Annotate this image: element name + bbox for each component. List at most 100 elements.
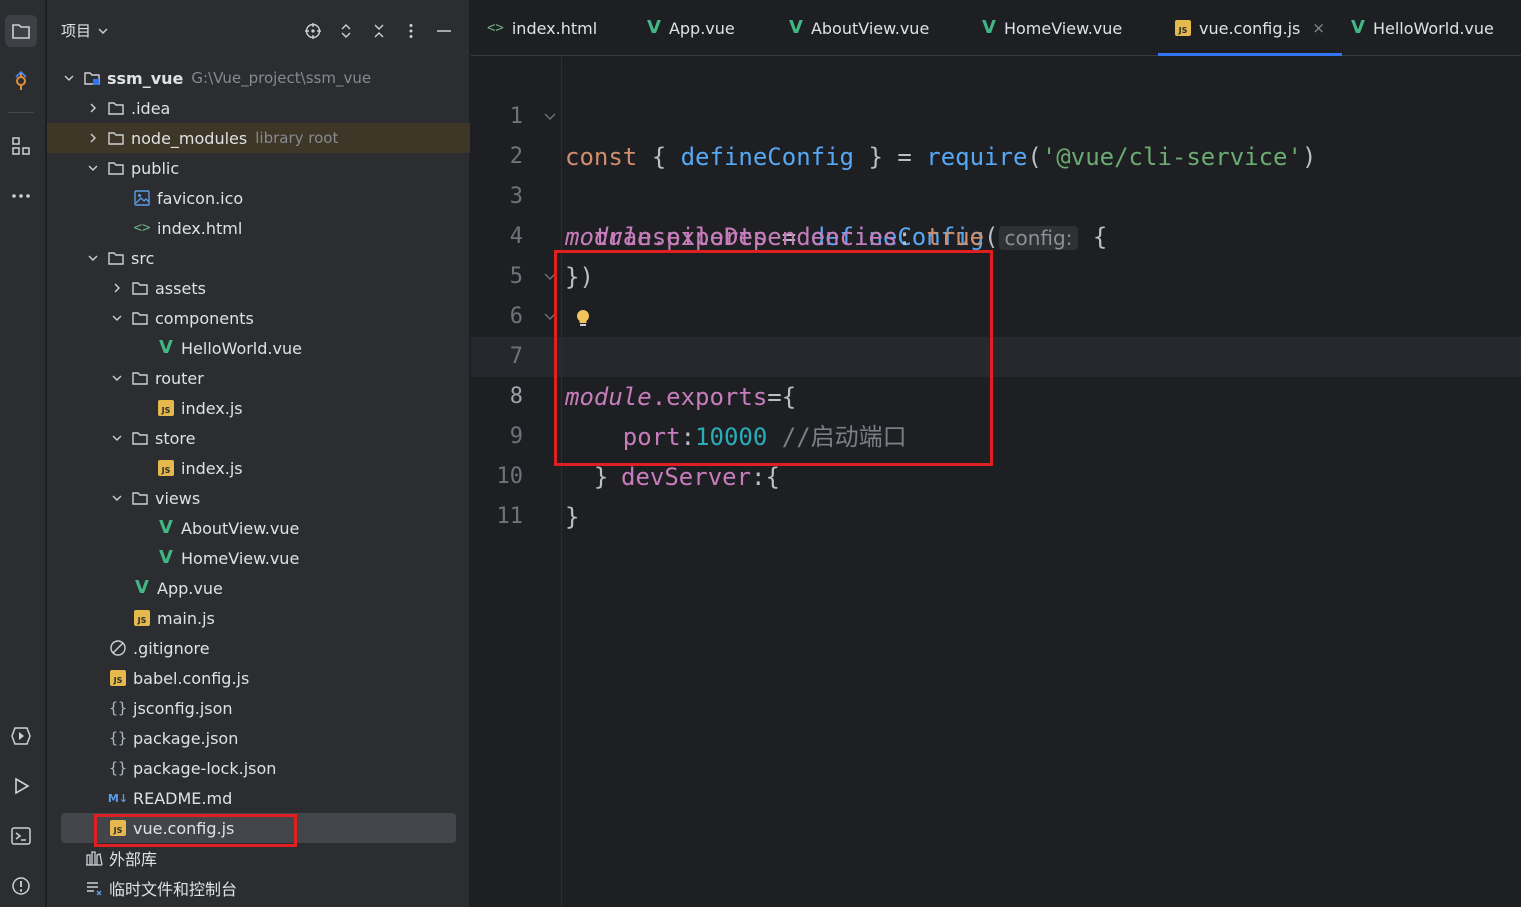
vcs-commit-icon[interactable] — [5, 65, 37, 97]
tree-item-label: 临时文件和控制台 — [109, 880, 238, 899]
json-file-icon: {} — [108, 729, 128, 747]
fold-chevron-icon[interactable] — [543, 109, 557, 123]
project-view-selector[interactable]: 项目 — [61, 20, 109, 41]
tab-app-vue[interactable]: V App.vue — [647, 0, 735, 56]
tree-item-router[interactable]: router — [109, 363, 504, 393]
tree-item-gitignore[interactable]: .gitignore — [109, 633, 504, 663]
locate-file-icon[interactable] — [302, 20, 324, 42]
code-line[interactable]: 4 }) — [471, 177, 1521, 291]
chevron-down-icon[interactable] — [61, 70, 77, 86]
terminal-icon[interactable] — [5, 820, 37, 852]
code-line[interactable]: 2 module.exports = defineConfig(config: … — [471, 97, 1521, 251]
editor-tab-bar: <> index.html V App.vue V AboutView.vue … — [471, 0, 1521, 56]
chevron-down-icon[interactable] — [109, 310, 125, 326]
vue-file-icon: V — [159, 337, 173, 358]
chevron-down-icon[interactable] — [109, 490, 125, 506]
tree-item-jsconfig[interactable]: {} jsconfig.json — [109, 693, 504, 723]
tree-item-babel-config[interactable]: JS babel.config.js — [109, 663, 504, 693]
folder-icon — [131, 309, 149, 327]
tree-item-label: HomeView.vue — [181, 548, 300, 568]
tree-item-label: 外部库 — [109, 850, 158, 869]
js-file-icon: JS — [133, 609, 151, 627]
collapse-all-icon[interactable] — [368, 20, 390, 42]
run-icon[interactable] — [5, 770, 37, 802]
tree-item-label: src — [131, 248, 155, 268]
tree-item-label: babel.config.js — [133, 668, 250, 688]
project-tool-icon[interactable] — [5, 15, 37, 47]
vue-file-icon: V — [135, 577, 149, 598]
tree-item-hint: library root — [255, 129, 339, 147]
tab-label: vue.config.js — [1199, 18, 1301, 38]
tree-item-root[interactable]: ssm_vue G:\Vue_project\ssm_vue — [61, 63, 456, 93]
tab-helloworld[interactable]: V HelloWorld.vue — [1351, 0, 1494, 56]
tree-item-favicon[interactable]: favicon.ico — [133, 183, 528, 213]
tree-item-views[interactable]: views — [109, 483, 504, 513]
tree-item-store[interactable]: store — [109, 423, 504, 453]
markdown-file-icon: M↓ — [107, 791, 129, 805]
tree-item-label: views — [155, 488, 201, 508]
more-tools-icon[interactable] — [5, 180, 37, 212]
vue-file-icon: V — [159, 517, 173, 538]
tree-item-label: main.js — [157, 608, 215, 628]
chevron-down-icon[interactable] — [85, 160, 101, 176]
vue-file-icon: V — [982, 17, 996, 38]
tab-aboutview[interactable]: V AboutView.vue — [789, 0, 929, 56]
tab-homeview[interactable]: V HomeView.vue — [982, 0, 1122, 56]
library-icon — [85, 849, 103, 867]
tab-label: HomeView.vue — [1003, 18, 1123, 38]
tree-item-node-modules[interactable]: node_modules library root — [47, 123, 470, 153]
divider — [8, 112, 34, 113]
code-editor[interactable]: 1 const { defineConfig } = require('@vue… — [471, 57, 1521, 907]
tree-item-readme[interactable]: M↓ README.md — [107, 783, 504, 813]
module-folder-icon — [83, 69, 101, 87]
chevron-down-icon[interactable] — [109, 430, 125, 446]
expand-all-icon[interactable] — [335, 20, 357, 42]
tree-item-label: package.json — [133, 728, 239, 748]
tree-item-assets[interactable]: assets — [109, 273, 504, 303]
problems-icon[interactable] — [5, 870, 37, 902]
structure-icon[interactable] — [5, 130, 37, 162]
tree-item-src[interactable]: src — [85, 243, 480, 273]
tree-item-index-html[interactable]: <> index.html — [133, 213, 528, 243]
chevron-right-icon[interactable] — [85, 130, 101, 146]
line-number: 11 — [496, 504, 524, 529]
chevron-down-icon[interactable] — [109, 370, 125, 386]
tree-item-label: index.html — [157, 218, 243, 238]
tree-item-label: AboutView.vue — [181, 518, 300, 538]
tree-item-label: components — [155, 308, 254, 328]
tree-item-components[interactable]: components — [109, 303, 504, 333]
tree-item-app-vue[interactable]: V App.vue — [133, 573, 528, 603]
folder-icon — [107, 249, 125, 267]
tab-label: AboutView.vue — [810, 18, 930, 38]
tree-item-label: HelloWorld.vue — [181, 338, 302, 358]
code-line[interactable]: 3 transpileDependencies: true — [471, 137, 1521, 251]
tab-index-html[interactable]: <> index.html — [487, 0, 597, 56]
tree-item-idea[interactable]: .idea — [85, 93, 480, 123]
options-icon[interactable] — [400, 20, 422, 42]
code-line[interactable]: 1 const { defineConfig } = require('@vue… — [471, 57, 1521, 171]
folder-icon — [131, 279, 149, 297]
tree-item-label: router — [155, 368, 204, 388]
chevron-down-icon[interactable] — [85, 250, 101, 266]
tree-item-package-lock[interactable]: {} package-lock.json — [109, 753, 504, 783]
tree-item-external-libraries[interactable]: 外部库 — [85, 843, 480, 873]
tree-item-label: README.md — [133, 788, 233, 808]
tab-label: HelloWorld.vue — [1372, 18, 1494, 38]
tree-item-label: jsconfig.json — [133, 698, 233, 718]
chevron-right-icon[interactable] — [85, 100, 101, 116]
project-panel-header: 项目 — [47, 0, 470, 62]
project-panel: 项目 ssm_vue G:\Vue_project\ssm_vue .idea — [47, 0, 470, 907]
tree-item-public[interactable]: public — [85, 153, 480, 183]
tree-item-package-json[interactable]: {} package.json — [109, 723, 504, 753]
tab-vue-config[interactable]: JS vue.config.js × — [1158, 0, 1342, 56]
services-icon[interactable] — [5, 720, 37, 752]
tree-item-main-js[interactable]: JS main.js — [133, 603, 528, 633]
chevron-right-icon[interactable] — [109, 280, 125, 296]
folder-icon — [107, 159, 125, 177]
project-title: 项目 — [61, 22, 92, 40]
vue-file-icon: V — [789, 17, 803, 38]
close-icon[interactable]: × — [1312, 19, 1325, 37]
tree-item-label: favicon.ico — [157, 188, 244, 208]
tree-item-scratches[interactable]: 临时文件和控制台 — [85, 873, 480, 903]
hide-panel-icon[interactable] — [433, 20, 455, 42]
